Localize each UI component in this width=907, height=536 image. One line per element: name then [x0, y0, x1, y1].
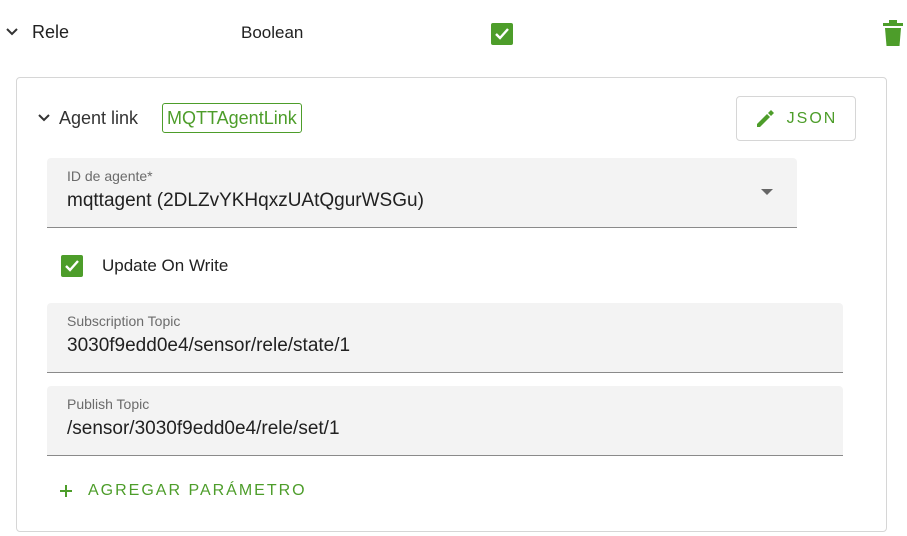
pencil-icon — [756, 109, 774, 127]
trash-icon — [883, 20, 903, 46]
subscription-topic-field[interactable]: Subscription Topic 3030f9edd0e4/sensor/r… — [47, 303, 843, 373]
attribute-value-checkbox[interactable] — [491, 23, 513, 45]
publish-topic-field[interactable]: Publish Topic /sensor/3030f9edd0e4/rele/… — [47, 386, 843, 456]
attribute-type: Boolean — [241, 23, 304, 42]
agent-link-chevron-icon[interactable] — [36, 110, 52, 126]
plus-icon — [60, 485, 72, 497]
json-button-label: JSON — [786, 109, 838, 127]
publish-topic-label: Publish Topic — [67, 396, 150, 412]
json-edit-button[interactable]: JSON — [736, 96, 856, 141]
agent-id-value: mqttagent (2DLZvYKHqxzUAtQgurWSGu) — [67, 190, 424, 211]
check-icon — [65, 260, 79, 272]
agent-id-select[interactable]: ID de agente* mqttagent (2DLZvYKHqxzUAtQ… — [47, 158, 797, 228]
update-on-write-label: Update On Write — [102, 256, 229, 275]
dropdown-arrow-icon — [761, 189, 773, 195]
subscription-topic-value[interactable]: 3030f9edd0e4/sensor/rele/state/1 — [67, 335, 350, 357]
delete-attribute-button[interactable] — [880, 18, 906, 48]
subscription-topic-label: Subscription Topic — [67, 313, 181, 329]
agent-link-label: Agent link — [59, 108, 139, 128]
add-parameter-label: AGREGAR PARÁMETRO — [88, 482, 307, 499]
attribute-name: Rele — [32, 22, 70, 42]
publish-topic-value[interactable]: /sensor/3030f9edd0e4/rele/set/1 — [67, 418, 340, 440]
agent-link-type-chip: MQTTAgentLink — [162, 103, 302, 133]
update-on-write-checkbox[interactable] — [61, 255, 83, 277]
agent-id-label: ID de agente* — [67, 168, 153, 184]
check-icon — [495, 28, 509, 40]
add-parameter-button[interactable]: AGREGAR PARÁMETRO — [58, 478, 307, 504]
collapse-chevron-icon[interactable] — [4, 24, 20, 40]
